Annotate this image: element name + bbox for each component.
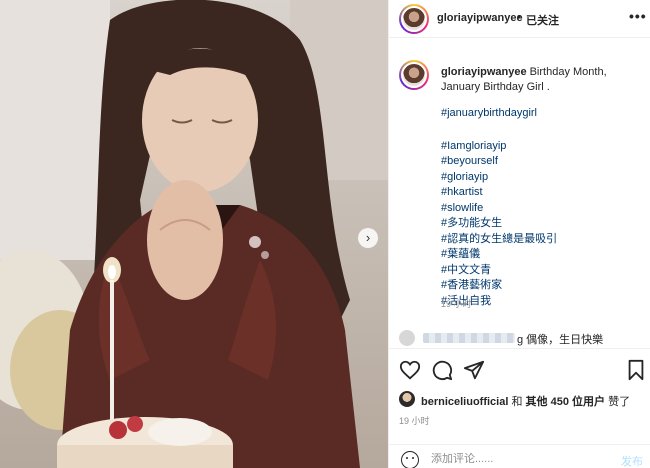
comment-text: g 偶像，生日快樂 xyxy=(517,334,604,346)
chevron-right-icon: › xyxy=(365,230,371,245)
add-comment-bar: 发布 xyxy=(389,444,650,468)
caption-author-avatar[interactable] xyxy=(399,60,429,90)
caption-username[interactable]: gloriayipwanyee xyxy=(441,66,527,78)
action-bar xyxy=(389,348,650,388)
commenter-avatar[interactable] xyxy=(399,330,415,346)
likes-count-link[interactable]: 其他 450 位用户 xyxy=(526,396,605,408)
separator-dot: • xyxy=(517,11,521,23)
likes-summary: berniceliuofficial 和 其他 450 位用户 赞了 xyxy=(399,390,649,408)
bookmark-icon[interactable] xyxy=(625,359,647,381)
caption-text: gloriayipwanyee Birthday Month, January B… xyxy=(441,65,646,95)
author-username[interactable]: gloriayipwanyee xyxy=(437,12,523,24)
hashtag-link[interactable]: #中文文青 xyxy=(441,263,557,279)
caption-line-1: Birthday Month, xyxy=(529,66,607,78)
likes-connector: 和 xyxy=(511,396,523,408)
liker-avatar[interactable] xyxy=(399,391,415,407)
caption-timestamp: 19 小时 xyxy=(441,299,472,309)
post-photo[interactable]: › xyxy=(0,0,388,468)
hashtag-link[interactable]: #hkartist xyxy=(441,185,557,201)
caption-line-2: January Birthday Girl . xyxy=(441,81,550,93)
comment-input[interactable] xyxy=(431,453,601,465)
hashtag-link[interactable]: #認真的女生總是最吸引 xyxy=(441,232,557,248)
post-header: gloriayipwanyee • 已关注 ••• xyxy=(389,0,650,38)
likes-suffix: 赞了 xyxy=(608,396,631,408)
follow-status-button[interactable]: 已关注 xyxy=(526,12,559,28)
hashtag-link[interactable]: #Iamgloriayip xyxy=(441,139,557,155)
hashtag-link[interactable]: #gloriayip xyxy=(441,170,557,186)
post-comment-button[interactable]: 发布 xyxy=(621,453,643,468)
author-avatar[interactable] xyxy=(399,4,429,34)
hashtag-list: #januarybirthdaygirl #Iamgloriayip #beyo… xyxy=(441,106,557,309)
more-dots-icon[interactable]: ••• xyxy=(629,8,647,24)
hashtag-link[interactable]: #葉蘊儀 xyxy=(441,247,557,263)
hashtag-link[interactable]: #slowlife xyxy=(441,201,557,217)
liker-username[interactable]: berniceliuofficial xyxy=(421,396,508,408)
paper-plane-icon[interactable] xyxy=(463,359,485,381)
heart-icon[interactable] xyxy=(399,359,421,381)
photo-illustration xyxy=(0,0,388,468)
comment-preview[interactable]: g 偶像，生日快樂 xyxy=(399,330,649,346)
blurred-username xyxy=(423,333,515,343)
hashtag-link[interactable]: #多功能女生 xyxy=(441,216,557,232)
comment-bubble-icon[interactable] xyxy=(431,359,453,381)
smiley-icon[interactable] xyxy=(401,451,419,468)
post-side-panel: gloriayipwanyee • 已关注 ••• gloriayipwanye… xyxy=(388,0,650,468)
hashtag-link[interactable]: #januarybirthdaygirl xyxy=(441,106,557,122)
hashtag-link[interactable]: #香港藝術家 xyxy=(441,278,557,294)
hashtag-link[interactable]: #beyourself xyxy=(441,154,557,170)
likes-text: berniceliuofficial 和 其他 450 位用户 赞了 xyxy=(421,393,630,409)
carousel-next-button[interactable]: › xyxy=(358,228,378,248)
post-timestamp[interactable]: 19 小时 xyxy=(399,414,430,427)
